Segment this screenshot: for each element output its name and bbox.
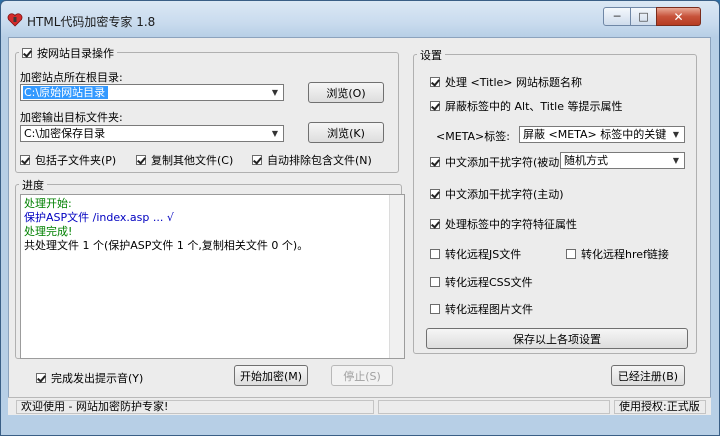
start-encrypt-button[interactable]: 开始加密(M)	[234, 365, 308, 386]
root-dir-label: 加密站点所在根目录:	[20, 71, 123, 84]
chinese-active-label: 中文添加干扰字符(主动)	[445, 188, 564, 201]
convert-js-label: 转化远程JS文件	[445, 248, 522, 261]
meta-combo[interactable]: 屏蔽 <META> 标签中的关键字和描述 ▼	[519, 126, 685, 143]
status-welcome: 欢迎使用 - 网站加密防护专家!	[16, 400, 374, 414]
log-line: 共处理文件 1 个(保护ASP文件 1 个,复制相关文件 0 个)。	[24, 239, 309, 252]
chinese-passive-checkbox[interactable]: 中文添加干扰字符(被动)	[430, 154, 564, 170]
checkbox-mark	[430, 304, 440, 314]
browse-root-button[interactable]: 浏览(O)	[308, 82, 384, 103]
log-line: 处理完成!	[24, 225, 73, 238]
registered-button[interactable]: 已经注册(B)	[611, 365, 685, 386]
chevron-down-icon[interactable]: ▼	[268, 127, 282, 140]
maximize-button[interactable]: □	[630, 7, 657, 26]
beep-label: 完成发出提示音(Y)	[51, 372, 144, 385]
progress-log[interactable]: 处理开始: 保护ASP文件 /index.asp ... √ 处理完成! 共处理…	[20, 194, 405, 359]
client-area: 按网站目录操作 加密站点所在根目录: C:\原始网站目录 ▼ 浏览(O) 加密输…	[8, 37, 711, 415]
output-dir-value: C:\加密保存目录	[24, 127, 106, 140]
stop-button[interactable]: 停止(S)	[331, 365, 393, 386]
progress-group: 进度 处理开始: 保护ASP文件 /index.asp ... √ 处理完成! …	[15, 177, 405, 359]
convert-href-checkbox[interactable]: 转化远程href链接	[566, 246, 669, 262]
root-dir-value: C:\原始网站目录	[23, 86, 109, 99]
convert-href-label: 转化远程href链接	[581, 248, 669, 261]
copy-other-files-label: 复制其他文件(C)	[151, 154, 234, 167]
convert-css-label: 转化远程CSS文件	[445, 276, 533, 289]
checkbox-mark	[136, 155, 146, 165]
block-alt-title-label: 屏蔽标签中的 Alt、Title 等提示属性	[445, 100, 623, 113]
meta-value: 屏蔽 <META> 标签中的关键字和描述	[523, 128, 666, 141]
random-mode-value: 随机方式	[564, 154, 608, 167]
save-settings-button[interactable]: 保存以上各项设置	[426, 328, 688, 349]
checkbox-mark	[566, 249, 576, 259]
checkbox-mark	[252, 155, 262, 165]
checkbox-mark	[430, 219, 440, 229]
meta-label: <META>标签:	[436, 130, 510, 143]
beep-checkbox[interactable]: 完成发出提示音(Y)	[36, 370, 143, 386]
status-license: 使用授权:正式版	[614, 400, 706, 414]
convert-img-checkbox[interactable]: 转化远程图片文件	[430, 301, 533, 317]
site-directory-group: 按网站目录操作 加密站点所在根目录: C:\原始网站目录 ▼ 浏览(O) 加密输…	[15, 45, 399, 173]
process-title-label: 处理 <Title> 网站标题名称	[445, 76, 582, 89]
log-line: 处理开始:	[24, 197, 72, 210]
convert-js-checkbox[interactable]: 转化远程JS文件	[430, 246, 521, 262]
include-subfolders-label: 包括子文件夹(P)	[35, 154, 117, 167]
checkbox-mark	[22, 48, 32, 58]
checkbox-mark	[36, 373, 46, 383]
red-heart-icon	[7, 13, 23, 27]
include-subfolders-checkbox[interactable]: 包括子文件夹(P)	[20, 152, 116, 168]
settings-group: 设置 处理 <Title> 网站标题名称 屏蔽标签中的 Alt、Title 等提…	[413, 47, 697, 354]
browse-output-button[interactable]: 浏览(K)	[308, 122, 384, 143]
convert-img-label: 转化远程图片文件	[445, 303, 533, 316]
random-mode-combo[interactable]: 随机方式 ▼	[560, 152, 685, 169]
checkbox-mark	[430, 101, 440, 111]
chinese-passive-label: 中文添加干扰字符(被动)	[445, 156, 564, 169]
chinese-active-checkbox[interactable]: 中文添加干扰字符(主动)	[430, 186, 564, 202]
chevron-down-icon[interactable]: ▼	[669, 128, 683, 141]
output-dir-combo[interactable]: C:\加密保存目录 ▼	[20, 125, 284, 142]
log-scrollbar[interactable]	[389, 195, 404, 358]
checkbox-mark	[430, 277, 440, 287]
site-directory-label: 按网站目录操作	[37, 47, 114, 60]
checkbox-mark	[430, 189, 440, 199]
status-bar: 欢迎使用 - 网站加密防护专家! 使用授权:正式版	[8, 397, 711, 415]
title-bar[interactable]: HTML代码加密专家 1.8 ─ □ ✕	[1, 1, 719, 37]
char-feature-checkbox[interactable]: 处理标签中的字符特征属性	[430, 216, 577, 232]
block-alt-title-checkbox[interactable]: 屏蔽标签中的 Alt、Title 等提示属性	[430, 98, 622, 114]
site-directory-checkbox[interactable]: 按网站目录操作	[19, 45, 117, 61]
copy-other-files-checkbox[interactable]: 复制其他文件(C)	[136, 152, 233, 168]
app-window: HTML代码加密专家 1.8 ─ □ ✕ 按网站目录操作 加密站点所在根目录: …	[0, 0, 720, 436]
output-dir-label: 加密输出目标文件夹:	[20, 111, 123, 124]
process-title-checkbox[interactable]: 处理 <Title> 网站标题名称	[430, 74, 582, 90]
checkbox-mark	[430, 157, 440, 167]
checkbox-mark	[430, 249, 440, 259]
window-title: HTML代码加密专家 1.8	[27, 15, 156, 29]
close-button[interactable]: ✕	[656, 7, 701, 26]
checkbox-mark	[20, 155, 30, 165]
settings-label: 设置	[417, 47, 445, 63]
minimize-button[interactable]: ─	[603, 7, 631, 26]
convert-css-checkbox[interactable]: 转化远程CSS文件	[430, 274, 533, 290]
auto-exclude-checkbox[interactable]: 自动排除包含文件(N)	[252, 152, 372, 168]
status-empty	[378, 400, 610, 414]
chevron-down-icon[interactable]: ▼	[669, 154, 683, 167]
log-line: 保护ASP文件 /index.asp ... √	[24, 211, 174, 224]
progress-label: 进度	[19, 177, 47, 193]
root-dir-combo[interactable]: C:\原始网站目录 ▼	[20, 84, 284, 101]
checkbox-mark	[430, 77, 440, 87]
auto-exclude-label: 自动排除包含文件(N)	[267, 154, 372, 167]
chevron-down-icon[interactable]: ▼	[268, 86, 282, 99]
char-feature-label: 处理标签中的字符特征属性	[445, 218, 577, 231]
